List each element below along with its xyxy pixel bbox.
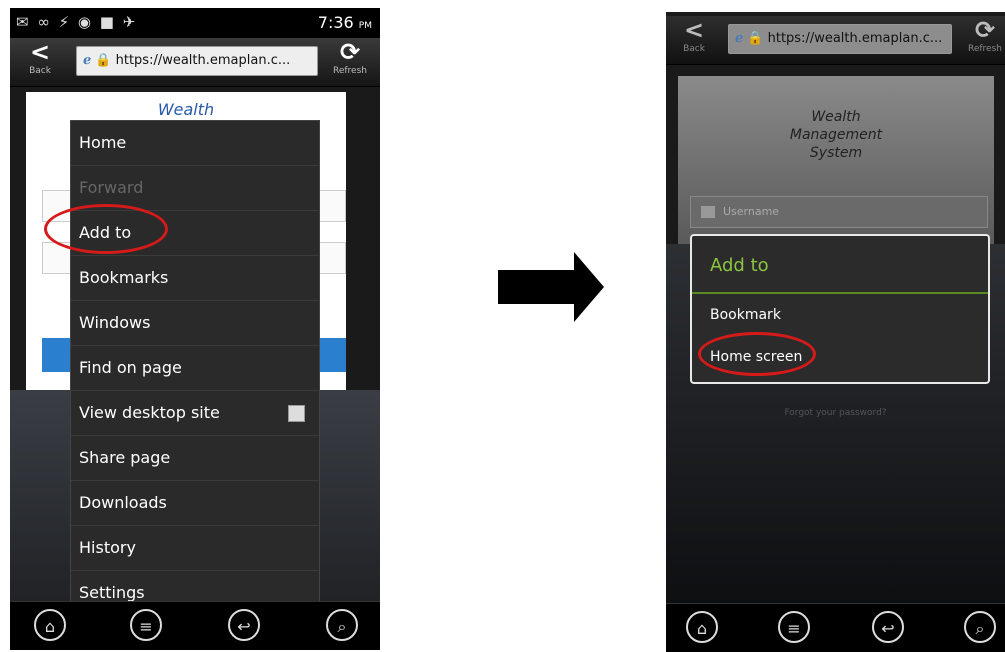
browser-e-icon: ℯ: [735, 31, 744, 46]
menu-item-find-on-page[interactable]: Find on page: [71, 346, 319, 391]
url-bar[interactable]: ℯ 🔒 https://wealth.emaplan.c...: [76, 46, 318, 76]
menu-item-windows[interactable]: Windows: [71, 301, 319, 346]
user-icon: [701, 206, 715, 218]
menu-item-bookmarks[interactable]: Bookmarks: [71, 256, 319, 301]
chevron-left-icon: <: [683, 16, 705, 44]
status-ampm: PM: [358, 21, 372, 31]
search-icon[interactable]: ⌕: [326, 609, 358, 641]
status-bar: ✉ ∞ ⚡ ◉ ■ ✈ 7:36 PM: [10, 8, 380, 38]
refresh-icon: ⟳: [974, 16, 996, 44]
menu-item-share-page[interactable]: Share page: [71, 436, 319, 481]
status-time: 7:36: [317, 13, 354, 32]
dialog-title: Add to: [692, 236, 988, 294]
refresh-label: Refresh: [333, 66, 367, 76]
nav-bar: ⌂ ≡ ↩ ⌕: [10, 601, 380, 650]
menu-item-downloads[interactable]: Downloads: [71, 481, 319, 526]
back-arrow-icon[interactable]: ↩: [228, 609, 260, 641]
highlight-circle-add-to: [44, 204, 168, 254]
title-line: System: [809, 145, 863, 161]
refresh-button[interactable]: ⟳ Refresh: [957, 16, 1005, 64]
back-button[interactable]: < Back: [666, 16, 722, 64]
menu-icon[interactable]: ≡: [778, 611, 810, 643]
page-title: Wealth Management System: [678, 108, 994, 162]
username-placeholder: Username: [723, 205, 780, 218]
refresh-label: Refresh: [968, 44, 1002, 54]
home-icon[interactable]: ⌂: [34, 609, 66, 641]
phone-screenshot-add-to-dialog: < Back ℯ 🔒 https://wealth.emaplan.c... ⟳ …: [666, 12, 1005, 652]
refresh-button[interactable]: ⟳ Refresh: [322, 38, 378, 86]
phone-screenshot-menu: ✉ ∞ ⚡ ◉ ■ ✈ 7:36 PM < Back ℯ 🔒 https://we…: [10, 8, 380, 650]
back-label: Back: [29, 66, 51, 76]
back-arrow-icon[interactable]: ↩: [872, 611, 904, 643]
page-title: Wealth: [157, 100, 215, 119]
lock-icon: 🔒: [95, 53, 112, 68]
browser-e-icon: ℯ: [83, 53, 92, 68]
refresh-icon: ⟳: [339, 38, 361, 66]
title-line: Wealth: [811, 109, 861, 125]
menu-icon[interactable]: ≡: [130, 609, 162, 641]
nav-bar: ⌂ ≡ ↩ ⌕: [666, 603, 1005, 652]
url-text: https://wealth.emaplan.c...: [115, 53, 291, 68]
forgot-password-link[interactable]: Forgot your password?: [666, 408, 1005, 418]
lock-icon: 🔒: [747, 31, 764, 46]
menu-item-home[interactable]: Home: [71, 121, 319, 166]
search-icon[interactable]: ⌕: [964, 611, 996, 643]
dialog-item-bookmark[interactable]: Bookmark: [692, 294, 988, 336]
title-line: Management: [789, 127, 883, 143]
url-text: https://wealth.emaplan.c...: [767, 31, 943, 46]
browser-toolbar: < Back ℯ 🔒 https://wealth.emaplan.c... ⟳ …: [666, 16, 1005, 65]
url-bar[interactable]: ℯ 🔒 https://wealth.emaplan.c...: [728, 24, 952, 54]
home-icon[interactable]: ⌂: [686, 611, 718, 643]
menu-item-view-desktop-site[interactable]: View desktop site: [71, 391, 319, 436]
chevron-left-icon: <: [29, 38, 51, 66]
username-field[interactable]: Username: [690, 196, 988, 228]
back-button[interactable]: < Back: [12, 38, 68, 86]
menu-item-history[interactable]: History: [71, 526, 319, 571]
browser-toolbar: < Back ℯ 🔒 https://wealth.emaplan.c... ⟳ …: [10, 38, 380, 87]
desktop-site-checkbox[interactable]: [288, 405, 305, 422]
highlight-circle-home-screen: [698, 332, 816, 376]
status-icons: ✉ ∞ ⚡ ◉ ■ ✈: [16, 13, 138, 31]
menu-item-label: View desktop site: [79, 403, 220, 422]
back-label: Back: [683, 44, 705, 54]
right-arrow-icon: [498, 252, 604, 322]
browser-menu: Home Forward Add to Bookmarks Windows Fi…: [70, 120, 320, 616]
